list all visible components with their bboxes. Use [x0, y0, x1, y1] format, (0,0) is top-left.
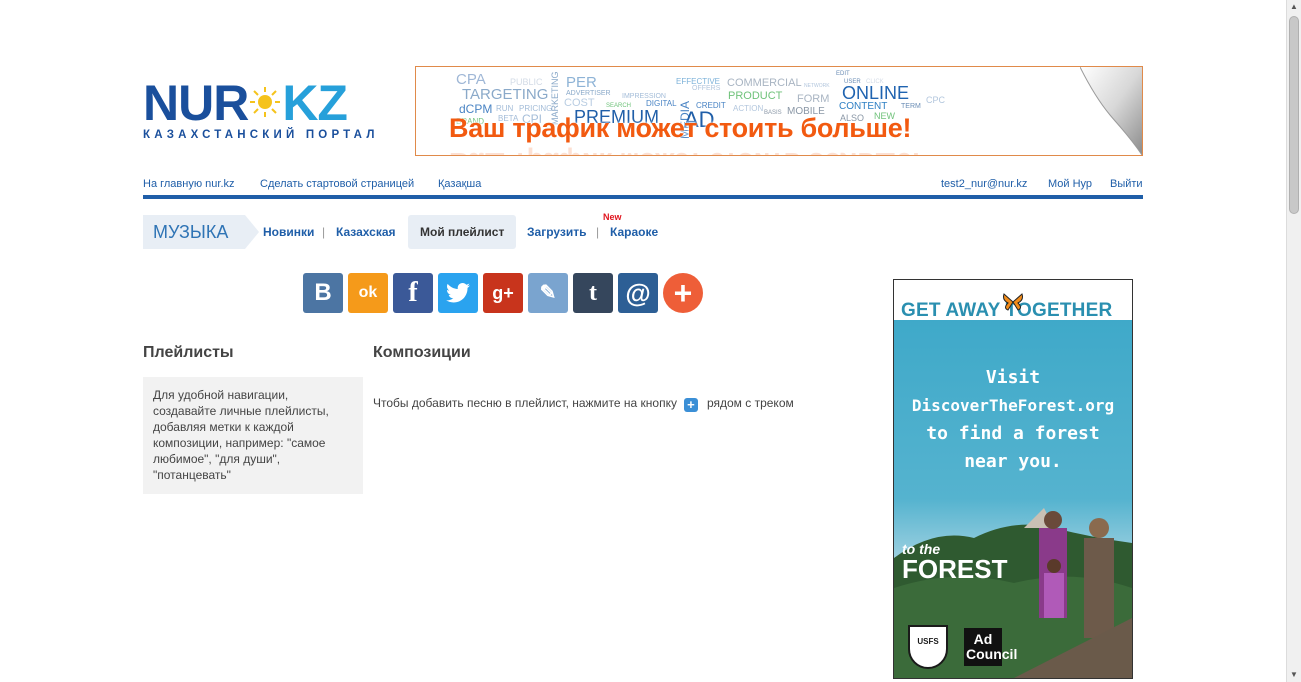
banner-word: SEARCH: [606, 103, 632, 109]
nav-separator: |: [596, 225, 600, 239]
ad-message-line: Visit: [985, 367, 1041, 388]
ad-message: Visit DiscoverTheForest.org to find a fo…: [894, 364, 1132, 476]
to-the-forest-label: to the FOREST: [902, 542, 1007, 582]
banner-headline-reflection: Ваш трафик может стоить больше!: [449, 146, 920, 155]
banner-word: USER: [844, 79, 861, 85]
logo-subtitle: КАЗАХСТАНСКИЙ ПОРТАЛ: [143, 129, 379, 141]
nav-karaoke[interactable]: Караоке: [610, 225, 658, 239]
banner-word: FORM: [797, 93, 830, 105]
my-nur-link[interactable]: Мой Нур: [1048, 178, 1092, 190]
scrollbar-thumb[interactable]: [1289, 16, 1299, 214]
nav-kazakh-music[interactable]: Казахская: [336, 225, 396, 239]
side-banner-ad[interactable]: GET AWAY TOGETHER Visit DiscoverTheFores…: [893, 279, 1133, 679]
compositions-title: Композиции: [373, 344, 471, 361]
tumblr-share-icon[interactable]: t: [573, 273, 613, 313]
nav-new-releases[interactable]: Новинки: [263, 225, 314, 239]
banner-word: EDIT: [836, 71, 850, 77]
scroll-up-arrow-icon[interactable]: ▲: [1287, 0, 1301, 14]
playlists-hint: Для удобной навигации, создавайте личные…: [143, 377, 363, 494]
add-to-playlist-icon: +: [683, 398, 698, 412]
ad-message-line: DiscoverTheForest.org: [911, 396, 1115, 415]
logout-link[interactable]: Выйти: [1110, 178, 1143, 190]
mail-ru-share-icon[interactable]: @: [618, 273, 658, 313]
banner-headline: Ваш трафик может стоить больше!: [449, 113, 912, 143]
nav-upload[interactable]: Загрузить: [527, 225, 586, 239]
banner-word: NETWORK: [804, 83, 830, 89]
banner-word: RUN: [496, 104, 514, 113]
banner-word: DIGITAL: [646, 99, 677, 108]
ad-message-line: to find a forest: [926, 423, 1100, 444]
home-link[interactable]: На главную nur.kz: [143, 178, 235, 190]
banner-word: CLICK: [866, 79, 884, 85]
banner-word: ONLINE: [842, 83, 910, 103]
facebook-share-icon[interactable]: f: [393, 273, 433, 313]
forest-text: FOREST: [902, 554, 1008, 584]
kazakh-language-link[interactable]: Қазақша: [438, 178, 481, 190]
forest-service-shield-icon: USFS: [908, 625, 948, 669]
logo-nur: NUR: [143, 75, 249, 131]
livejournal-share-icon[interactable]: ✎: [528, 273, 568, 313]
nav-separator: |: [322, 225, 326, 239]
banner-word: COMMERCIAL: [727, 77, 802, 89]
playlists-title: Плейлисты: [143, 344, 234, 361]
logo-kz: KZ: [282, 75, 348, 131]
music-section-title[interactable]: МУЗЫКА: [143, 215, 259, 249]
banner-word: TERM: [901, 103, 921, 110]
hint-text-before: Чтобы добавить песню в плейлист, нажмите…: [373, 396, 677, 410]
google-plus-share-icon[interactable]: g+: [483, 273, 523, 313]
make-start-page-link[interactable]: Сделать стартовой страницей: [260, 178, 414, 190]
butterfly-icon: [1003, 293, 1023, 311]
page-scrollbar[interactable]: ▲ ▼: [1286, 0, 1301, 682]
banner-word: OFFERS: [692, 85, 721, 92]
scroll-down-arrow-icon[interactable]: ▼: [1287, 668, 1301, 682]
sun-icon: [248, 78, 282, 128]
banner-word: PRODUCT: [728, 90, 783, 102]
logo-wordmark: NUR KZ: [143, 78, 358, 128]
ad-council-logo: Ad Council: [964, 628, 1017, 666]
add-to-playlist-hint: Чтобы добавить песню в плейлист, нажмите…: [373, 396, 794, 412]
banner-word: ADVERTISER: [566, 90, 611, 97]
odnoklassniki-share-icon[interactable]: ok: [348, 273, 388, 313]
nur-kz-logo[interactable]: NUR KZ КАЗАХСТАНСКИЙ ПОРТАЛ: [143, 78, 379, 144]
hint-text-after: рядом с треком: [706, 396, 794, 410]
twitter-share-icon[interactable]: [438, 273, 478, 313]
vkontakte-share-icon[interactable]: В: [303, 273, 343, 313]
new-badge: New: [603, 212, 622, 222]
more-share-icon[interactable]: +: [663, 273, 703, 313]
music-section-nav: МУЗЫКА Новинки | Казахская Мой плейлист …: [143, 212, 743, 249]
banner-word: CPC: [926, 95, 946, 105]
banner-word: IMPRESSION: [622, 93, 666, 100]
user-email-link[interactable]: test2_nur@nur.kz: [941, 178, 1027, 190]
banner-word: ACTION: [733, 104, 764, 113]
ad-message-line: near you.: [964, 451, 1062, 472]
banner-word: TARGETING: [462, 86, 549, 103]
page-curl-icon: [1080, 67, 1142, 155]
banner-word: PER: [566, 74, 597, 91]
top-banner-ad[interactable]: CPA PUBLIC PER TARGETING ADVERTISER COST…: [415, 66, 1143, 156]
top-navigation: На главную nur.kz Сделать стартовой стра…: [143, 177, 1143, 199]
nav-my-playlist[interactable]: Мой плейлист: [420, 225, 504, 239]
